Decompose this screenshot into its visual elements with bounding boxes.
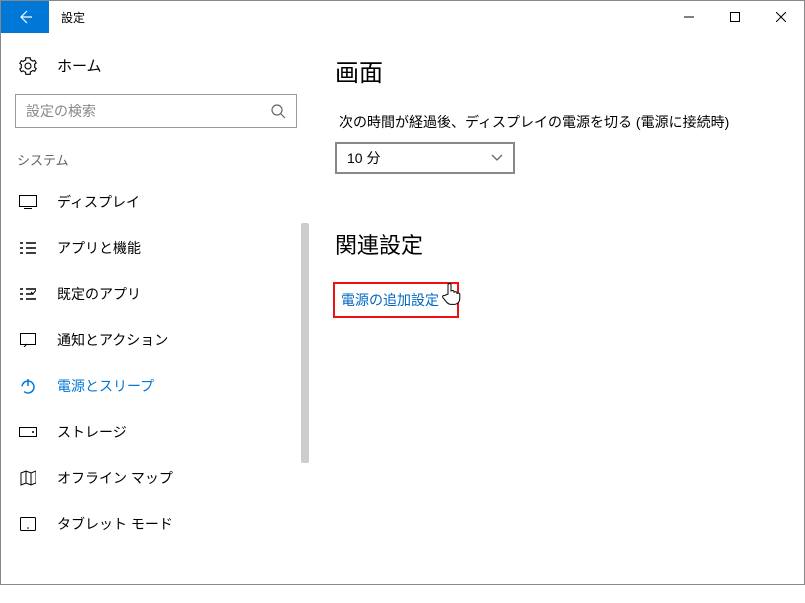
- section-title-screen: 画面: [335, 53, 776, 88]
- window-controls: [666, 1, 804, 33]
- sidebar-item-notifications[interactable]: 通知とアクション: [1, 317, 311, 363]
- titlebar: 設定: [1, 1, 804, 33]
- home-label: ホーム: [57, 55, 102, 76]
- nav-label: オフライン マップ: [57, 468, 173, 488]
- gear-icon: [17, 57, 39, 75]
- notifications-icon: [17, 333, 39, 347]
- sidebar-item-defaults[interactable]: 既定のアプリ: [1, 271, 311, 317]
- apps-icon: [17, 241, 39, 255]
- sidebar: ホーム 設定の検索 システム ディスプレイ アプリと機能 既定のアプリ: [1, 33, 311, 584]
- close-icon: [776, 12, 786, 22]
- display-icon: [17, 195, 39, 209]
- tablet-icon: [17, 517, 39, 531]
- sidebar-scrollbar[interactable]: [299, 223, 311, 603]
- sidebar-home[interactable]: ホーム: [1, 55, 311, 94]
- map-icon: [17, 470, 39, 486]
- maximize-icon: [730, 12, 740, 22]
- section-title-related: 関連設定: [335, 228, 776, 260]
- maximize-button[interactable]: [712, 1, 758, 33]
- select-value: 10 分: [347, 148, 380, 168]
- sidebar-item-tablet[interactable]: タブレット モード: [1, 501, 311, 547]
- section-label: システム: [1, 146, 311, 179]
- sidebar-item-offline-maps[interactable]: オフライン マップ: [1, 455, 311, 501]
- nav-label: ディスプレイ: [57, 192, 140, 212]
- search-placeholder: 設定の検索: [26, 101, 270, 121]
- sidebar-item-power[interactable]: 電源とスリープ: [1, 363, 311, 409]
- minimize-icon: [684, 12, 694, 22]
- pointer-cursor-icon: [441, 281, 463, 307]
- nav-label: 既定のアプリ: [57, 284, 141, 304]
- minimize-button[interactable]: [666, 1, 712, 33]
- back-button[interactable]: [1, 1, 49, 33]
- sidebar-item-apps[interactable]: アプリと機能: [1, 225, 311, 271]
- screen-off-select[interactable]: 10 分: [335, 142, 515, 174]
- scrollbar-thumb[interactable]: [301, 223, 309, 463]
- sidebar-item-storage[interactable]: ストレージ: [1, 409, 311, 455]
- nav-label: アプリと機能: [57, 238, 141, 258]
- nav-label: ストレージ: [57, 422, 127, 442]
- screen-off-label: 次の時間が経過後、ディスプレイの電源を切る (電源に接続時): [339, 112, 776, 132]
- power-icon: [17, 378, 39, 394]
- additional-power-settings-link[interactable]: 電源の追加設定: [341, 292, 439, 308]
- nav-label: タブレット モード: [57, 514, 173, 534]
- chevron-down-icon: [491, 154, 503, 162]
- defaults-icon: [17, 287, 39, 301]
- nav-list: ディスプレイ アプリと機能 既定のアプリ 通知とアクション 電源とスリープ スト…: [1, 179, 311, 547]
- storage-icon: [17, 427, 39, 437]
- sidebar-item-display[interactable]: ディスプレイ: [1, 179, 311, 225]
- app-title: 設定: [61, 9, 85, 26]
- nav-label: 通知とアクション: [57, 330, 168, 350]
- search-input[interactable]: 設定の検索: [15, 94, 297, 128]
- search-icon: [270, 103, 286, 119]
- nav-label: 電源とスリープ: [57, 376, 154, 396]
- main-pane: 画面 次の時間が経過後、ディスプレイの電源を切る (電源に接続時) 10 分 関…: [311, 33, 804, 584]
- close-button[interactable]: [758, 1, 804, 33]
- arrow-left-icon: [17, 9, 33, 25]
